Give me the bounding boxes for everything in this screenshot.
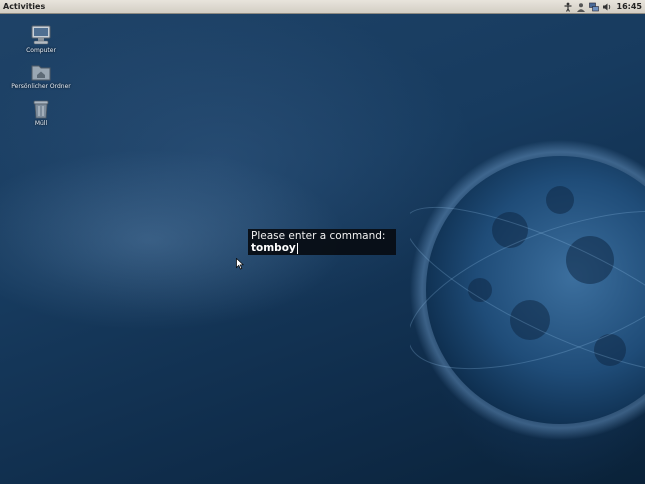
desktop-screen: Activities 16:45 Computer Persönlicher O… (0, 0, 645, 484)
desktop-icon-trash[interactable]: Müll (11, 99, 71, 127)
network-icon[interactable] (588, 2, 599, 12)
run-command-prompt: Please enter a command: (251, 230, 386, 242)
run-command-input[interactable]: tomboy (251, 242, 393, 254)
desktop-icon-label: Müll (34, 120, 48, 127)
text-caret (296, 242, 298, 254)
run-command-input-text[interactable]: tomboy (251, 242, 296, 254)
desktop-icon-label: Persönlicher Ordner (11, 83, 71, 90)
computer-icon (31, 25, 51, 45)
accessibility-icon[interactable] (563, 2, 573, 12)
clock[interactable]: 16:45 (617, 1, 642, 13)
activities-button[interactable]: Activities (3, 1, 45, 13)
home-folder-icon (31, 65, 51, 81)
user-status-icon[interactable] (576, 2, 586, 12)
desktop-icon-label: Computer (26, 47, 56, 54)
desktop-icon-home-folder[interactable]: Persönlicher Ordner (11, 62, 71, 90)
volume-icon[interactable] (602, 2, 612, 12)
system-tray: 16:45 (563, 1, 642, 13)
wallpaper-planet (410, 140, 645, 440)
run-command-dialog: Please enter a command: tomboy (248, 229, 396, 255)
mouse-pointer-icon (236, 258, 244, 270)
desktop-icon-computer[interactable]: Computer (11, 24, 71, 54)
trash-icon (33, 100, 49, 119)
top-panel: Activities 16:45 (0, 0, 645, 14)
